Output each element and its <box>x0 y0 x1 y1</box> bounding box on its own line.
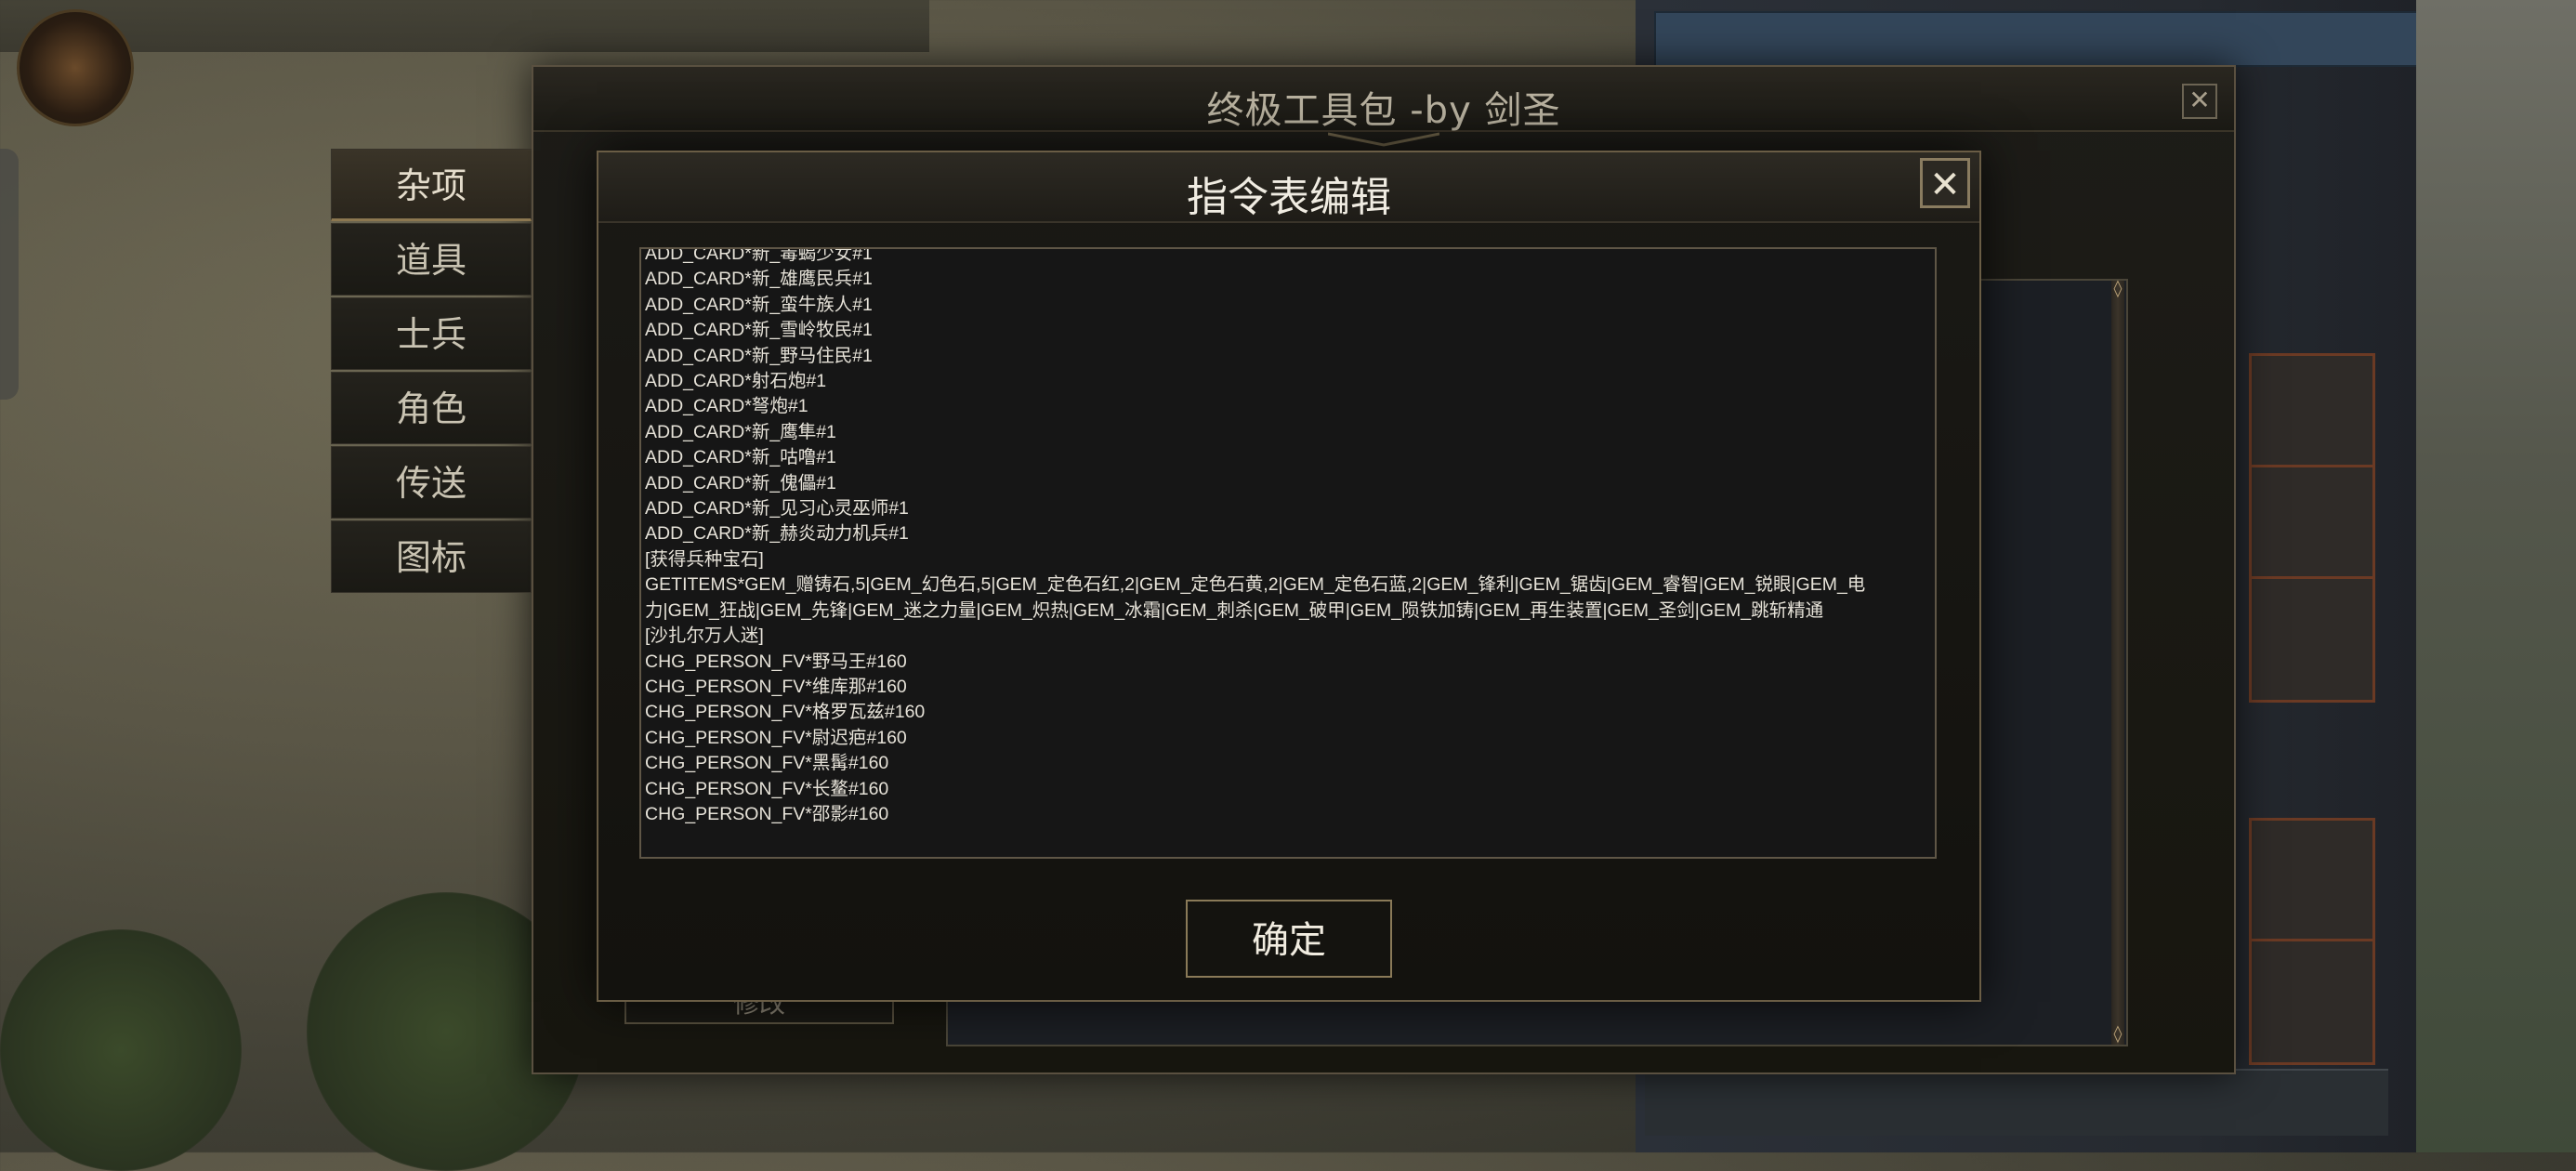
close-icon: ✕ <box>1929 164 1961 206</box>
toolkit-title: 终极工具包 -by 剑圣 <box>1206 89 1561 132</box>
command-line: ADD_CARD*新_雪岭牧民#1 <box>645 320 873 341</box>
command-line: ADD_CARD*新_傀儡#1 <box>645 472 836 493</box>
command-line: ADD_CARD*新_蛮牛族人#1 <box>645 294 873 315</box>
command-line: ADD_CARD*新_毒蝎少女#1 <box>645 247 873 264</box>
command-line: CHG_PERSON_FV*长鳌#160 <box>645 778 889 799</box>
command-line: CHG_PERSON_FV*邵影#160 <box>645 803 889 824</box>
background-tree <box>0 929 242 1171</box>
background-emblem <box>17 9 134 126</box>
background-top-bar <box>0 0 929 52</box>
command-line: ADD_CARD*新_雄鹰民兵#1 <box>645 269 873 290</box>
background-item-slot <box>2249 465 2375 591</box>
dialog-title: 指令表编辑 <box>1187 174 1391 221</box>
title-ornament-icon <box>1328 132 1439 147</box>
dialog-header: 指令表编辑 ✕ <box>598 152 1979 223</box>
command-line: [沙扎尔万人迷] <box>645 625 764 647</box>
command-line: CHG_PERSON_FV*野马王#160 <box>645 651 907 672</box>
command-text-area[interactable]: ADD_CARD*新_毒蝎少女#1 ADD_CARD*新_雄鹰民兵#1 ADD_CA… <box>639 247 1937 859</box>
background-item-slot <box>2249 939 2375 1065</box>
confirm-button[interactable]: 确定 <box>1186 900 1392 978</box>
command-line: ADD_CARD*弩炮#1 <box>645 396 808 417</box>
dialog-close-button[interactable]: ✕ <box>1920 158 1970 208</box>
command-line: CHG_PERSON_FV*黑髯#160 <box>645 753 889 774</box>
background-right-header <box>1654 11 2420 67</box>
command-line: ADD_CARD*新_见习心灵巫师#1 <box>645 498 909 520</box>
command-line: ADD_CARD*射石炮#1 <box>645 371 827 392</box>
command-line: ADD_CARD*新_鹰隼#1 <box>645 421 836 442</box>
toolkit-titlebar: 终极工具包 -by 剑圣 ✕ <box>533 67 2234 132</box>
command-table-edit-dialog: 指令表编辑 ✕ ADD_CARD*新_毒蝎少女#1 ADD_CARD*新_雄鹰民兵… <box>597 151 1981 1002</box>
background-far-right-scene <box>2416 0 2576 1152</box>
command-line: CHG_PERSON_FV*维库那#160 <box>645 676 907 697</box>
background-item-slot <box>2249 818 2375 944</box>
command-line: [获得兵种宝石] <box>645 548 764 570</box>
menu-item-icons[interactable]: 图标 <box>331 520 532 593</box>
toolkit-close-button[interactable]: ✕ <box>2182 84 2217 119</box>
scroll-up-diamond-icon[interactable]: ◊ <box>2109 281 2126 297</box>
command-line: ADD_CARD*新_咕噜#1 <box>645 447 836 468</box>
command-line: CHG_PERSON_FV*格罗瓦兹#160 <box>645 702 926 723</box>
background-bottom-strip <box>1645 1069 2388 1136</box>
command-lines: ADD_CARD*新_毒蝎少女#1 ADD_CARD*新_雄鹰民兵#1 ADD_CA… <box>645 247 1929 827</box>
background-left-tab <box>0 149 19 400</box>
command-line: ADD_CARD*新_赫炎动力机兵#1 <box>645 523 909 545</box>
menu-item-misc[interactable]: 杂项 <box>331 149 532 221</box>
background-item-slot <box>2249 353 2375 480</box>
category-menu: 杂项 道具 士兵 角色 传送 图标 <box>331 149 532 595</box>
menu-item-characters[interactable]: 角色 <box>331 372 532 444</box>
command-line: ADD_CARD*新_野马住民#1 <box>645 345 873 366</box>
menu-item-teleport[interactable]: 传送 <box>331 446 532 519</box>
command-line: CHG_PERSON_FV*尉迟疤#160 <box>645 727 907 748</box>
command-line: GETITEMS*GEM_赠铸石,5|GEM_幻色石,5|GEM_定色石红,2|… <box>645 574 1866 621</box>
menu-item-items[interactable]: 道具 <box>331 223 532 296</box>
close-icon: ✕ <box>2188 85 2211 115</box>
menu-item-soldiers[interactable]: 士兵 <box>331 297 532 370</box>
panel-scrollbar[interactable] <box>2111 281 2124 1045</box>
background-item-slot <box>2249 576 2375 703</box>
scroll-down-diamond-icon[interactable]: ◊ <box>2109 1026 2126 1043</box>
